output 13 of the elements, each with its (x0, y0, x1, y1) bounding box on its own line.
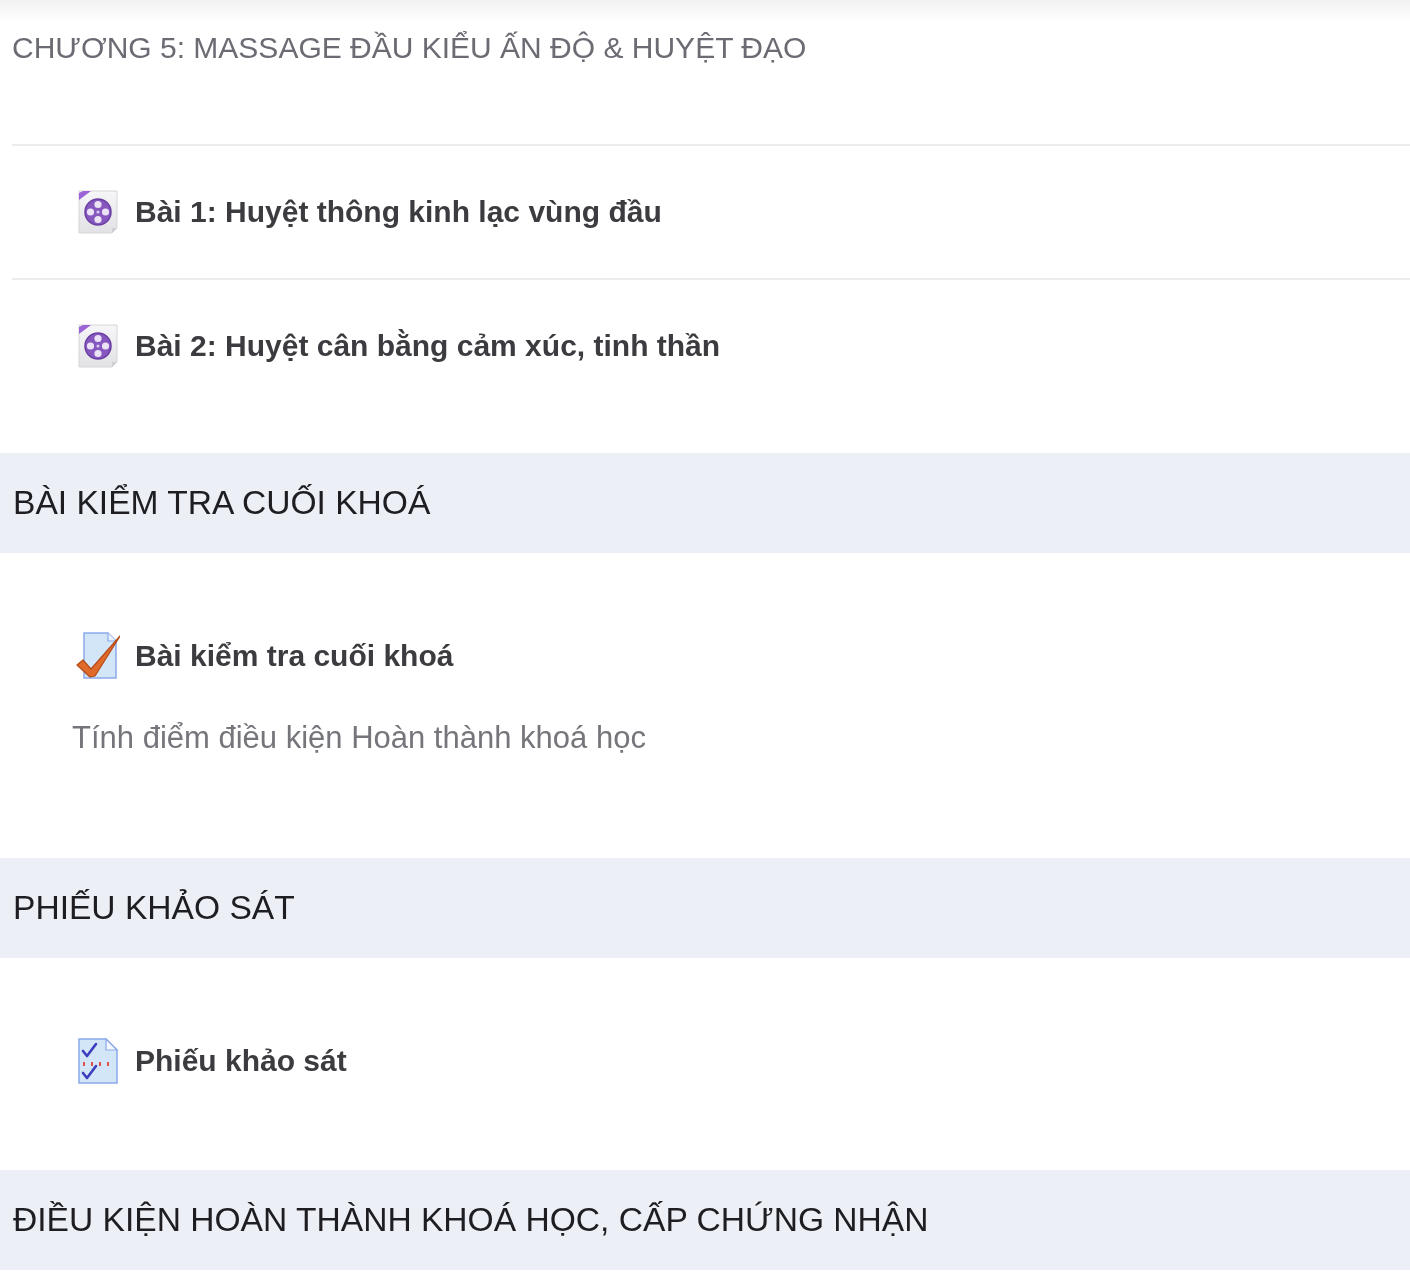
section-title: BÀI KIỂM TRA CUỐI KHOÁ (13, 483, 431, 523)
activity-link[interactable]: Bài 2: Huyệt cân bằng cảm xúc, tinh thần (135, 326, 721, 366)
film-reel-file-icon (76, 322, 120, 370)
film-reel-file-icon (76, 188, 120, 236)
activity-link[interactable]: Bài 1: Huyệt thông kinh lạc vùng đầu (135, 192, 662, 232)
checked-document-icon (76, 632, 120, 680)
section-title: PHIẾU KHẢO SÁT (13, 888, 295, 928)
checklist-document-icon (76, 1037, 120, 1085)
section-title: ĐIỀU KIỆN HOÀN THÀNH KHOÁ HỌC, CẤP CHỨNG NHẬN (13, 1200, 929, 1240)
activity-link[interactable]: Phiếu khảo sát (135, 1041, 347, 1081)
section-title: CHƯƠNG 5: MASSAGE ĐẦU KIỂU ẤN ĐỘ & HUYỆT ĐẠO (12, 30, 807, 66)
activity-description: Tính điểm điều kiện Hoàn thành khoá học (72, 719, 646, 757)
activity-link[interactable]: Bài kiểm tra cuối khoá (135, 636, 454, 676)
